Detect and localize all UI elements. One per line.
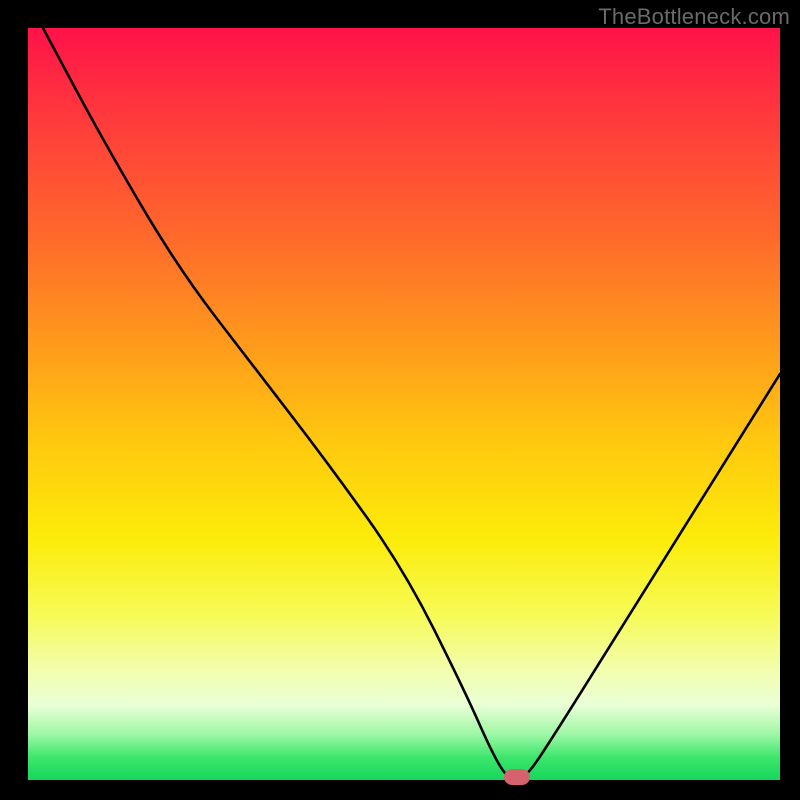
bottleneck-curve-path <box>43 28 780 780</box>
watermark-text: TheBottleneck.com <box>598 4 790 30</box>
plot-area <box>28 28 780 780</box>
curve-svg <box>28 28 780 780</box>
chart-frame: TheBottleneck.com <box>0 0 800 800</box>
optimal-marker <box>504 769 530 785</box>
